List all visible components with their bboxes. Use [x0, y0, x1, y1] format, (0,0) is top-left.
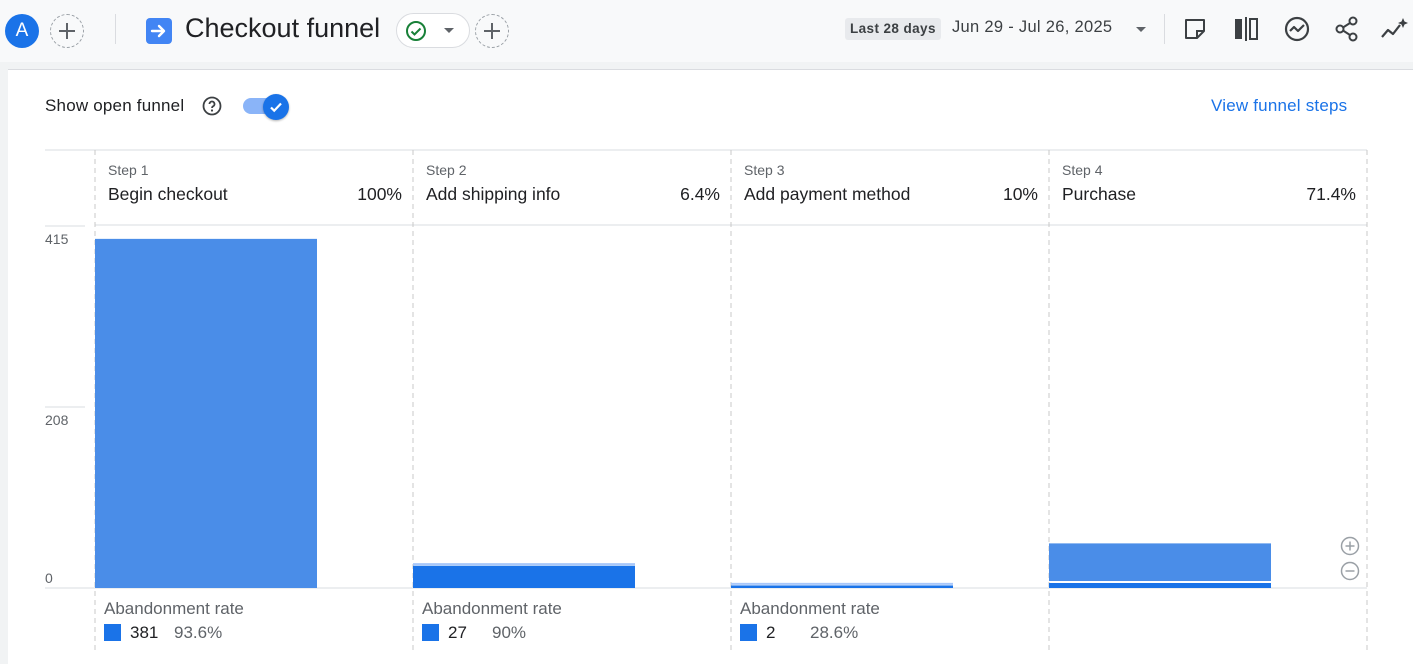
abandonment-outline: [731, 582, 953, 585]
abandonment-count: 381: [130, 623, 159, 642]
y-tick-label: 208: [45, 412, 69, 428]
abandonment-count: 2: [766, 623, 776, 642]
abandonment-legend-swatch: [740, 624, 757, 641]
abandonment-rate: 93.6%: [174, 623, 223, 642]
abandonment-rate: 28.6%: [810, 623, 859, 642]
step-name: Add payment method: [744, 184, 911, 204]
abandonment-outline: [413, 563, 635, 566]
y-tick-label: 0: [45, 570, 53, 586]
step-completion-rate: 100%: [357, 184, 402, 204]
abandonment-label: Abandonment rate: [422, 599, 562, 618]
abandonment-count: 27: [448, 623, 467, 642]
abandonment-label: Abandonment rate: [740, 599, 880, 618]
funnel-bar: [731, 585, 953, 588]
step-name: Begin checkout: [108, 184, 228, 204]
funnel-bar: [95, 238, 317, 588]
funnel-bar-base: [1049, 583, 1271, 588]
step-number: Step 2: [426, 162, 467, 178]
zoom-out-icon[interactable]: [1340, 561, 1360, 581]
step-number: Step 4: [1062, 162, 1103, 178]
step-number: Step 1: [108, 162, 149, 178]
abandonment-rate: 90%: [492, 623, 527, 642]
zoom-in-icon[interactable]: [1340, 536, 1360, 556]
step-number: Step 3: [744, 162, 785, 178]
funnel-chart: [45, 149, 1368, 652]
funnel-bar: [413, 565, 635, 588]
step-completion-rate: 71.4%: [1306, 184, 1356, 204]
step-name: Purchase: [1062, 184, 1136, 204]
step-name: Add shipping info: [426, 184, 561, 204]
abandonment-label: Abandonment rate: [104, 599, 244, 618]
step-completion-rate: 10%: [1002, 184, 1038, 204]
y-tick-label: 415: [45, 231, 69, 247]
funnel-bar: [1049, 543, 1271, 581]
abandonment-legend-swatch: [422, 624, 439, 641]
abandonment-legend-swatch: [104, 624, 121, 641]
step-completion-rate: 6.4%: [680, 184, 720, 204]
